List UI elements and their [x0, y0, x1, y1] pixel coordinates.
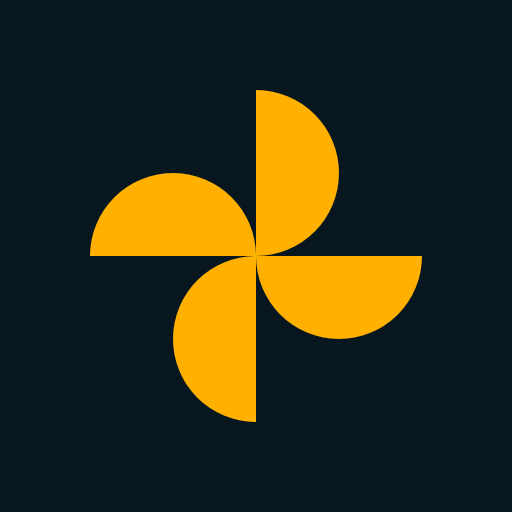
pinwheel-petal-right	[256, 256, 422, 339]
pinwheel-petal-bottom	[173, 256, 256, 422]
app-icon-canvas	[0, 0, 512, 512]
pinwheel-petal-left	[90, 173, 256, 256]
pinwheel-icon	[90, 90, 422, 422]
pinwheel-petal-top	[256, 90, 339, 256]
